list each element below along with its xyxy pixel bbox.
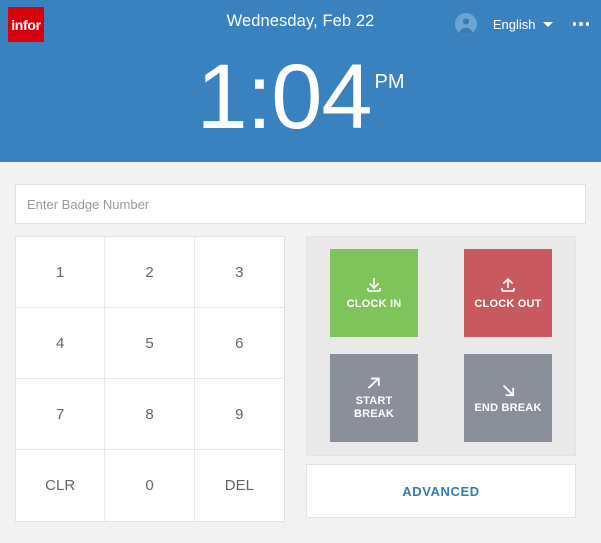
- key-label: 3: [235, 263, 244, 281]
- ellipsis-dot: [579, 22, 583, 26]
- end-break-label: END BREAK: [474, 401, 542, 414]
- end-break-button[interactable]: END BREAK: [464, 354, 552, 442]
- key-0[interactable]: 0: [105, 450, 195, 521]
- clock-in-button[interactable]: CLOCK IN: [330, 249, 418, 337]
- key-2[interactable]: 2: [105, 237, 195, 308]
- key-label: 9: [235, 405, 244, 423]
- ellipsis-dot: [585, 22, 589, 26]
- key-8[interactable]: 8: [105, 379, 195, 450]
- key-label: 0: [145, 477, 154, 494]
- clock-in-label: CLOCK IN: [346, 297, 402, 310]
- upload-arrow-icon: [498, 276, 518, 298]
- arrow-up-right-icon: [365, 375, 383, 395]
- badge-number-field[interactable]: [15, 184, 586, 224]
- clock-out-button[interactable]: CLOCK OUT: [464, 249, 552, 337]
- key-delete[interactable]: DEL: [194, 450, 284, 521]
- language-selector[interactable]: English: [493, 17, 553, 32]
- clock-display: 1:04 PM: [0, 48, 601, 162]
- panes: 1 2 3 4 5 6 7 8 9 CLR 0 DEL CLOCK IN CLO…: [15, 236, 586, 522]
- advanced-button[interactable]: ADVANCED: [306, 464, 576, 518]
- key-6[interactable]: 6: [194, 308, 284, 379]
- key-label: 6: [235, 334, 244, 352]
- arrow-down-right-icon: [499, 382, 517, 402]
- clock: 1:04 PM: [196, 46, 405, 148]
- punch-actions-panel: CLOCK IN CLOCK OUT START BREAK END BREAK: [306, 236, 576, 456]
- advanced-label: ADVANCED: [402, 483, 480, 499]
- top-bar-actions: English: [454, 13, 592, 35]
- key-clear[interactable]: CLR: [16, 450, 106, 521]
- key-label: 7: [55, 405, 65, 423]
- start-break-button[interactable]: START BREAK: [330, 354, 418, 442]
- clock-time: 1:04: [196, 46, 372, 148]
- key-label: 5: [145, 334, 154, 352]
- ellipsis-icon[interactable]: [571, 18, 592, 30]
- key-label: 2: [145, 263, 154, 281]
- download-arrow-icon: [364, 276, 384, 298]
- badge-number-input[interactable]: [16, 185, 585, 223]
- key-1[interactable]: 1: [16, 237, 106, 308]
- numeric-keypad: 1 2 3 4 5 6 7 8 9 CLR 0 DEL: [15, 236, 285, 522]
- key-label: 1: [55, 263, 65, 281]
- key-label: DEL: [224, 477, 254, 494]
- key-label: 4: [55, 334, 65, 352]
- start-break-label-line2: BREAK: [353, 408, 395, 420]
- key-5[interactable]: 5: [105, 308, 195, 379]
- key-label: 8: [145, 405, 154, 423]
- main-content: 1 2 3 4 5 6 7 8 9 CLR 0 DEL: [0, 184, 601, 522]
- key-9[interactable]: 9: [194, 379, 284, 450]
- key-label: CLR: [45, 477, 76, 494]
- actions-column: CLOCK IN CLOCK OUT START BREAK END BREAK…: [306, 236, 576, 522]
- app-header: infor Wednesday, Feb 22 English 1:04 PM: [0, 0, 601, 162]
- chevron-down-icon: [542, 21, 553, 27]
- start-break-label-line1: START: [355, 395, 393, 408]
- key-7[interactable]: 7: [16, 379, 106, 450]
- language-label: English: [492, 16, 536, 32]
- ellipsis-dot: [572, 22, 576, 26]
- clock-out-label: CLOCK OUT: [474, 297, 542, 310]
- key-4[interactable]: 4: [16, 308, 106, 379]
- top-bar: infor Wednesday, Feb 22 English: [0, 0, 601, 48]
- key-3[interactable]: 3: [194, 237, 284, 308]
- clock-meridiem: PM: [374, 71, 405, 93]
- user-circle-icon[interactable]: [454, 13, 477, 35]
